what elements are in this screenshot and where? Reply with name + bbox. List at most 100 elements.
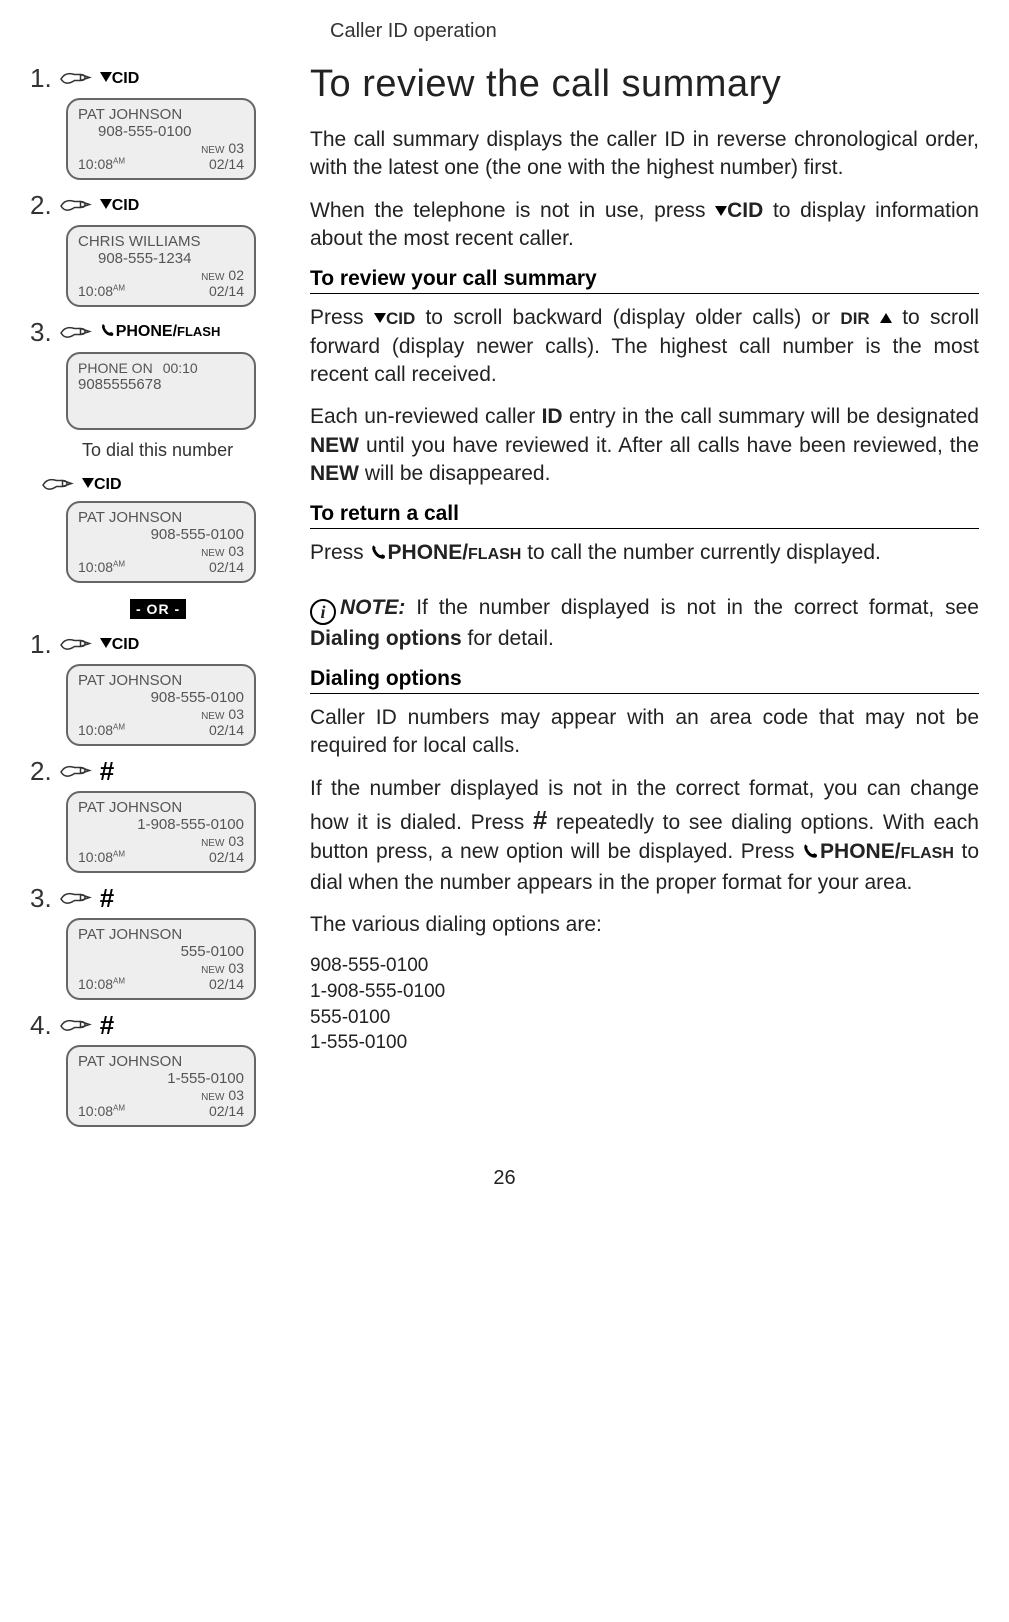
list-item: 555-0100 bbox=[310, 1005, 979, 1031]
hand-pointing-icon bbox=[58, 1014, 94, 1038]
lcd-phone: 908-555-0100 bbox=[78, 689, 244, 706]
cid-down-button-label: CID bbox=[82, 476, 122, 494]
list-item: 1-555-0100 bbox=[310, 1030, 979, 1056]
step-number: 2. bbox=[30, 756, 52, 787]
lcd-phone: 555-0100 bbox=[78, 943, 244, 960]
step-a2-row: 2. CID bbox=[30, 190, 280, 221]
step-b3-row: 3. # bbox=[30, 883, 280, 914]
triangle-down-icon bbox=[100, 199, 112, 209]
paragraph: Press CID to scroll backward (display ol… bbox=[310, 304, 979, 389]
triangle-down-icon bbox=[100, 72, 112, 82]
step-number: 3. bbox=[30, 883, 52, 914]
paragraph: The various dialing options are: bbox=[310, 911, 979, 939]
hand-pointing-icon bbox=[58, 321, 94, 345]
lcd-screen: PHONE ON 00:10 9085555678 bbox=[66, 352, 256, 430]
lcd-screen: PAT JOHNSON1-555-0100NEW0310:08AM02/14 bbox=[66, 1045, 256, 1127]
step-number: 1. bbox=[30, 63, 52, 94]
section-heading-return: To return a call bbox=[310, 502, 979, 529]
lcd-name: PAT JOHNSON bbox=[78, 509, 244, 526]
note-paragraph: iNOTE: If the number displayed is not in… bbox=[310, 594, 979, 653]
list-item: 908-555-0100 bbox=[310, 953, 979, 979]
lcd-dialed-number: 9085555678 bbox=[78, 376, 244, 393]
list-item: 1-908-555-0100 bbox=[310, 979, 979, 1005]
lcd-phone: 1-908-555-0100 bbox=[78, 816, 244, 833]
dialing-options-list: 908-555-0100 1-908-555-0100 555-0100 1-5… bbox=[310, 953, 979, 1056]
phone-handset-icon bbox=[370, 541, 388, 569]
lcd-screen: PAT JOHNSON555-0100NEW0310:08AM02/14 bbox=[66, 918, 256, 1000]
lcd-phone: 908-555-0100 bbox=[78, 526, 244, 543]
step-number: 2. bbox=[30, 190, 52, 221]
step-number: 1. bbox=[30, 629, 52, 660]
lcd-bottom-row: 10:08AM02/14 bbox=[78, 156, 244, 172]
hand-pointing-icon bbox=[58, 760, 94, 784]
page-number: 26 bbox=[30, 1167, 979, 1190]
hash-key-label: # bbox=[100, 756, 114, 787]
step-a3-row: 3. PHONE/FLASH bbox=[30, 317, 280, 348]
paragraph: Caller ID numbers may appear with an are… bbox=[310, 704, 979, 761]
triangle-up-icon bbox=[880, 313, 892, 323]
lcd-bottom-row: 10:08AM02/14 bbox=[78, 283, 244, 299]
phone-handset-icon bbox=[802, 840, 820, 868]
lcd-phone: 908-555-0100 bbox=[78, 123, 244, 140]
lcd-phone: 908-555-1234 bbox=[78, 250, 244, 267]
lcd-name: PAT JOHNSON bbox=[78, 106, 244, 123]
lcd-bottom-row: 10:08AM02/14 bbox=[78, 559, 244, 575]
triangle-down-icon bbox=[100, 638, 112, 648]
triangle-down-icon bbox=[715, 206, 727, 216]
step-b4-row: 4. # bbox=[30, 1010, 280, 1041]
paragraph: If the number displayed is not in the co… bbox=[310, 775, 979, 897]
step-b1-row: 1. CID bbox=[30, 629, 280, 660]
right-column: To review the call summary The call summ… bbox=[310, 63, 979, 1137]
lcd-new-row: NEW03 bbox=[78, 833, 244, 849]
lcd-screen: PAT JOHNSON908-555-0100NEW0310:08AM02/14 bbox=[66, 664, 256, 746]
hash-key-label: # bbox=[100, 1010, 114, 1041]
step-a1-row: 1. CID bbox=[30, 63, 280, 94]
lcd-name: CHRIS WILLIAMS bbox=[78, 233, 244, 250]
or-divider-badge: - OR - bbox=[130, 599, 186, 619]
lcd-bottom-row: 10:08AM02/14 bbox=[78, 722, 244, 738]
lcd-phone: 1-555-0100 bbox=[78, 1070, 244, 1087]
section-heading-review: To review your call summary bbox=[310, 267, 979, 294]
cid-down-button-label: CID bbox=[100, 197, 140, 215]
cid-down-button-label: CID bbox=[100, 70, 140, 88]
lcd-new-row: NEW03 bbox=[78, 140, 244, 156]
paragraph: The call summary displays the caller ID … bbox=[310, 126, 979, 183]
section-heading-dialing: Dialing options bbox=[310, 667, 979, 694]
lcd-screen: PAT JOHNSON 908-555-0100 NEW03 10:08AM02… bbox=[66, 98, 256, 180]
dial-caption: To dial this number bbox=[82, 440, 280, 461]
triangle-down-icon bbox=[374, 313, 386, 323]
lcd-new-row: NEW02 bbox=[78, 267, 244, 283]
lcd-timer: 00:10 bbox=[163, 360, 198, 376]
phone-handset-icon bbox=[100, 322, 116, 343]
hand-pointing-icon bbox=[40, 473, 76, 497]
hash-key: # bbox=[533, 805, 547, 835]
paragraph: Each un-reviewed caller ID entry in the … bbox=[310, 403, 979, 488]
lcd-bottom-row: 10:08AM02/14 bbox=[78, 1103, 244, 1119]
lcd-name: PAT JOHNSON bbox=[78, 799, 244, 816]
paragraph: Press PHONE/FLASH to call the number cur… bbox=[310, 539, 979, 569]
lcd-name: PAT JOHNSON bbox=[78, 672, 244, 689]
hand-pointing-icon bbox=[58, 194, 94, 218]
step-number: 4. bbox=[30, 1010, 52, 1041]
lcd-name: PAT JOHNSON bbox=[78, 1053, 244, 1070]
lcd-bottom-row: 10:08AM02/14 bbox=[78, 849, 244, 865]
hand-pointing-icon bbox=[58, 887, 94, 911]
lcd-screen: CHRIS WILLIAMS 908-555-1234 NEW02 10:08A… bbox=[66, 225, 256, 307]
lcd-status: PHONE ON bbox=[78, 360, 153, 376]
lcd-bottom-row: 10:08AM02/14 bbox=[78, 976, 244, 992]
cid-down-button-label: CID bbox=[100, 636, 140, 654]
step-b2-row: 2. # bbox=[30, 756, 280, 787]
step-number: 3. bbox=[30, 317, 52, 348]
hand-pointing-icon bbox=[58, 633, 94, 657]
lcd-new-row: NEW03 bbox=[78, 543, 244, 559]
lcd-new-row: NEW03 bbox=[78, 960, 244, 976]
paragraph: When the telephone is not in use, press … bbox=[310, 197, 979, 254]
lcd-new-row: NEW03 bbox=[78, 706, 244, 722]
page-title: To review the call summary bbox=[310, 63, 979, 106]
lcd-new-row: NEW03 bbox=[78, 1087, 244, 1103]
hash-key-label: # bbox=[100, 883, 114, 914]
step-tail-row: CID bbox=[40, 473, 280, 497]
hand-pointing-icon bbox=[58, 67, 94, 91]
lcd-screen: PAT JOHNSON1-908-555-0100NEW0310:08AM02/… bbox=[66, 791, 256, 873]
lcd-name: PAT JOHNSON bbox=[78, 926, 244, 943]
